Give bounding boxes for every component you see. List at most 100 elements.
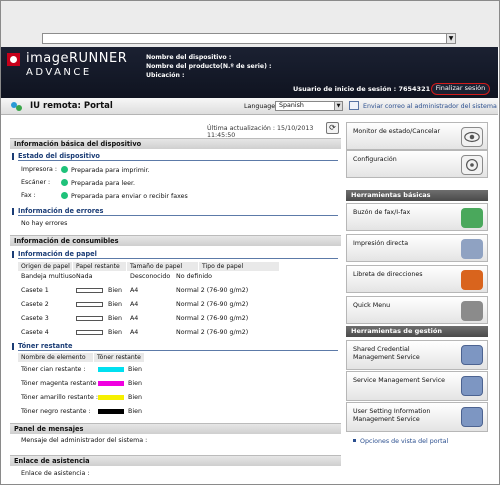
table-header: Nombre de elemento (18, 353, 93, 362)
mgmt-tool-label: User Setting Information Management Serv… (353, 408, 431, 423)
printer-icon (461, 239, 483, 259)
toner-status: Bien (128, 366, 142, 373)
table-header: Origen de papel (18, 262, 72, 271)
mgmt-tool-label: Shared Credential Management Service (353, 346, 420, 361)
paper-type: Normal 2 (76-90 g/m2) (176, 329, 249, 336)
location-label: Ubicación : (146, 72, 185, 79)
paper-type: No definido (176, 273, 212, 280)
toner-level-bar (98, 409, 124, 414)
status-value: Preparada para imprimir. (61, 166, 150, 174)
paper-size: A4 (130, 301, 139, 308)
gear-icon (461, 155, 483, 175)
support-link-label: Enlace de asistencia : (21, 470, 90, 477)
subsection-errors: Información de errores (12, 207, 338, 216)
toner-name: Tóner magenta restante : (21, 380, 101, 387)
paper-remaining: Bien (108, 315, 122, 322)
table-header: Tóner restante (94, 353, 144, 362)
paper-level-bar (76, 302, 103, 307)
mgmt-tool-button[interactable]: User Setting Information Management Serv… (346, 402, 488, 432)
toner-status: Bien (128, 380, 142, 387)
refresh-button[interactable]: ⟳ (326, 122, 339, 134)
paper-remaining: Bien (108, 329, 122, 336)
monitor-icon (461, 345, 483, 365)
basic-tool-label: Buzón de fax/I-fax (353, 209, 411, 216)
basic-tools-header: Herramientas básicas (346, 190, 488, 201)
address-book-icon (461, 270, 483, 290)
basic-tool-button[interactable]: Impresión directa (346, 234, 488, 262)
portal-icon (11, 102, 22, 111)
monitor-icon (461, 376, 483, 396)
status-value: Preparada para leer. (61, 179, 135, 187)
logout-button[interactable]: Finalizar sesión (431, 83, 490, 95)
mgmt-tool-button[interactable]: Shared Credential Management Service (346, 340, 488, 370)
table-header: Tamaño de papel (127, 262, 198, 271)
basic-tool-button[interactable]: Libreta de direcciones (346, 265, 488, 293)
paper-remaining: Bien (108, 287, 122, 294)
login-user-text: Usuario de inicio de sesión : 7654321 (293, 85, 431, 93)
basic-tool-button[interactable]: Buzón de fax/I-fax (346, 203, 488, 231)
status-label: Fax : (21, 192, 36, 199)
toner-name: Tóner amarillo restante : (21, 394, 99, 401)
mgmt-tool-label: Service Management Service (353, 377, 446, 384)
header-banner: imageRUNNER ADVANCE Nombre del dispositi… (1, 47, 498, 98)
mgmt-tools-header: Herramientas de gestión (346, 326, 488, 337)
table-header: Papel restante (73, 262, 126, 271)
paper-source: Casete 1 (21, 287, 49, 294)
paper-source: Casete 3 (21, 315, 49, 322)
toner-level-bar (98, 395, 124, 400)
settings-button[interactable]: Configuración (346, 150, 488, 178)
paper-source: Casete 4 (21, 329, 49, 336)
language-select[interactable]: Spanish ▼ (275, 101, 343, 111)
paper-level-bar (76, 288, 103, 293)
fax-box-icon (461, 208, 483, 228)
device-name-label: Nombre del dispositivo : (146, 54, 232, 61)
product-name-label: Nombre del producto(N.º de serie) : (146, 63, 272, 70)
product-logo-line2: ADVANCE (26, 67, 92, 78)
paper-size: A4 (130, 287, 139, 294)
toner-name: Tóner negro restante : (21, 408, 91, 415)
section-consumables: Información de consumibles (10, 235, 341, 246)
address-dropdown-button[interactable]: ▼ (446, 33, 456, 44)
subsection-paper: Información de papel (12, 250, 338, 259)
section-message-panel: Panel de mensajes (10, 423, 341, 434)
basic-tool-button[interactable]: Quick Menu (346, 296, 488, 324)
browser-chrome: ▼ (1, 1, 499, 47)
paper-size: A4 (130, 315, 139, 322)
paper-source: Casete 2 (21, 301, 49, 308)
admin-message-text: Mensaje del administrador del sistema : (21, 437, 148, 444)
last-update-text: Última actualización : 15/10/2013 11:45:… (207, 125, 314, 139)
status-value: Preparada para enviar o recibir faxes (61, 192, 188, 200)
settings-label: Configuración (353, 156, 397, 163)
basic-tool-label: Quick Menu (353, 302, 391, 309)
toner-status: Bien (128, 394, 142, 401)
paper-type: Normal 2 (76-90 g/m2) (176, 301, 249, 308)
status-label: Escáner : (21, 179, 51, 186)
monitor-icon (461, 407, 483, 427)
toner-table: Nombre de elemento Tóner restante Tóner ci… (18, 353, 158, 415)
address-bar[interactable] (42, 33, 454, 44)
status-monitor-label: Monitor de estado/Cancelar (353, 128, 441, 135)
paper-type: Normal 2 (76-90 g/m2) (176, 315, 249, 322)
mail-icon[interactable] (349, 101, 359, 110)
paper-size: A4 (130, 329, 139, 336)
status-monitor-button[interactable]: Monitor de estado/Cancelar (346, 122, 488, 150)
toner-level-bar (98, 381, 124, 386)
mail-admin-link[interactable]: Enviar correo al administrador del siste… (363, 103, 497, 110)
product-logo-line1: imageRUNNER (26, 51, 128, 66)
eye-icon (461, 127, 483, 147)
status-ok-icon (61, 179, 68, 186)
paper-remaining: Bien (108, 301, 122, 308)
table-header: Tipo de papel (199, 262, 279, 271)
portal-view-options-link[interactable]: Opciones de vista del portal (353, 438, 448, 445)
mgmt-tool-button[interactable]: Service Management Service (346, 371, 488, 401)
chevron-down-icon: ▼ (334, 102, 342, 110)
paper-table: Origen de papel Papel restante Tamaño de p… (18, 262, 338, 342)
paper-size: Desconocido (130, 273, 171, 280)
basic-tool-label: Impresión directa (353, 240, 409, 247)
canon-logo-icon (7, 53, 20, 66)
page-title: IU remota: Portal (30, 101, 113, 111)
subsection-toner: Tóner restante (12, 342, 338, 351)
portal-titlebar: IU remota: Portal Language: Spanish ▼ Env… (1, 98, 498, 115)
toner-status: Bien (128, 408, 142, 415)
paper-source: Bandeja multiuso (21, 273, 76, 280)
